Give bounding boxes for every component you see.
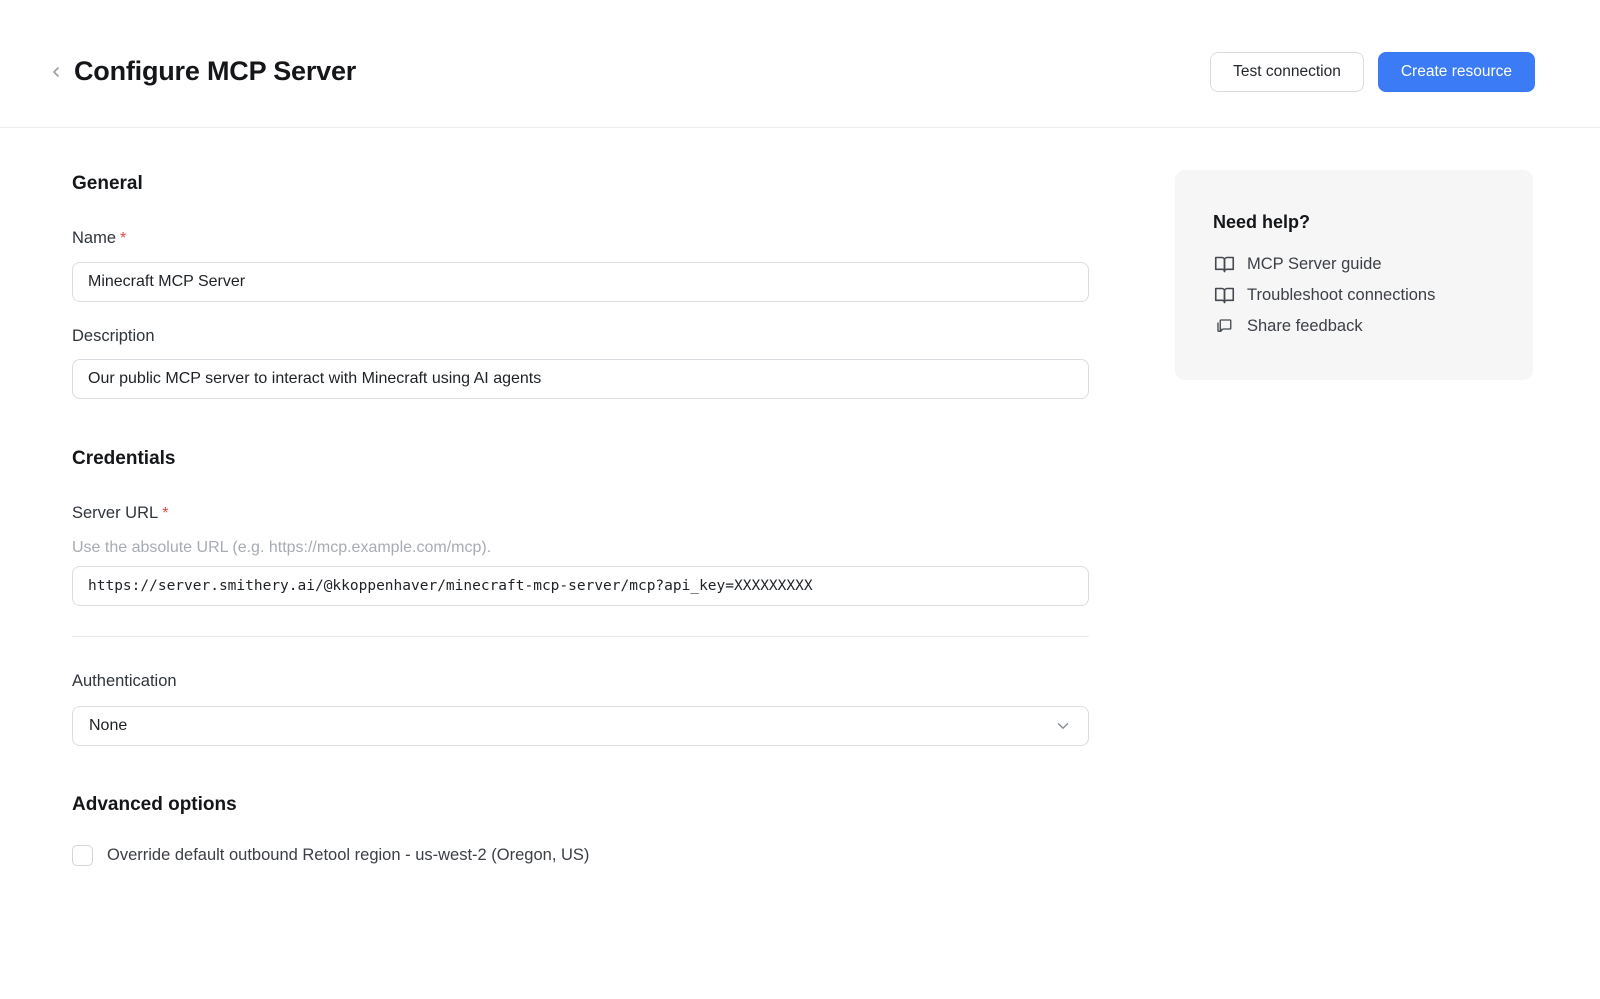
required-marker: * xyxy=(120,230,126,247)
test-connection-button[interactable]: Test connection xyxy=(1210,52,1364,92)
feedback-icon xyxy=(1213,317,1235,335)
description-input[interactable] xyxy=(72,359,1089,399)
name-label: Name* xyxy=(72,229,1089,248)
authentication-selected-value: None xyxy=(89,717,1054,735)
authentication-label: Authentication xyxy=(72,672,1089,691)
chevron-left-icon xyxy=(48,64,64,80)
server-url-input[interactable] xyxy=(72,566,1089,606)
override-region-label: Override default outbound Retool region … xyxy=(107,846,589,865)
back-button[interactable] xyxy=(44,60,68,84)
help-links: MCP Server guide Troubleshoot connection… xyxy=(1213,252,1495,338)
general-section-heading: General xyxy=(72,172,1089,196)
name-input[interactable] xyxy=(72,262,1089,302)
need-help-heading: Need help? xyxy=(1213,211,1495,234)
create-resource-button[interactable]: Create resource xyxy=(1378,52,1535,92)
chevron-down-icon xyxy=(1054,717,1072,735)
page-header: Configure MCP Server Test connection Cre… xyxy=(0,0,1600,128)
need-help-panel: Need help? MCP Server guide Troubleshoot… xyxy=(1175,170,1533,380)
help-link-label: Troubleshoot connections xyxy=(1247,283,1435,307)
authentication-select[interactable]: None xyxy=(72,706,1089,746)
override-region-row: Override default outbound Retool region … xyxy=(72,845,1089,866)
help-link-label: Share feedback xyxy=(1247,314,1363,338)
help-link-troubleshoot-connections[interactable]: Troubleshoot connections xyxy=(1213,283,1495,307)
required-marker: * xyxy=(162,505,168,522)
server-url-helper-text: Use the absolute URL (e.g. https://mcp.e… xyxy=(72,538,1089,557)
book-open-icon xyxy=(1213,285,1235,306)
help-link-share-feedback[interactable]: Share feedback xyxy=(1213,314,1495,338)
book-open-icon xyxy=(1213,254,1235,275)
section-divider xyxy=(72,636,1089,637)
server-url-label: Server URL* xyxy=(72,504,1089,523)
advanced-options-heading: Advanced options xyxy=(72,793,1089,817)
page-title: Configure MCP Server xyxy=(74,56,356,87)
credentials-section-heading: Credentials xyxy=(72,447,1089,471)
configure-form: General Name* Description Credentials Se… xyxy=(72,172,1089,866)
description-label: Description xyxy=(72,327,1089,346)
help-link-label: MCP Server guide xyxy=(1247,252,1382,276)
override-region-checkbox[interactable] xyxy=(72,845,93,866)
help-link-mcp-server-guide[interactable]: MCP Server guide xyxy=(1213,252,1495,276)
